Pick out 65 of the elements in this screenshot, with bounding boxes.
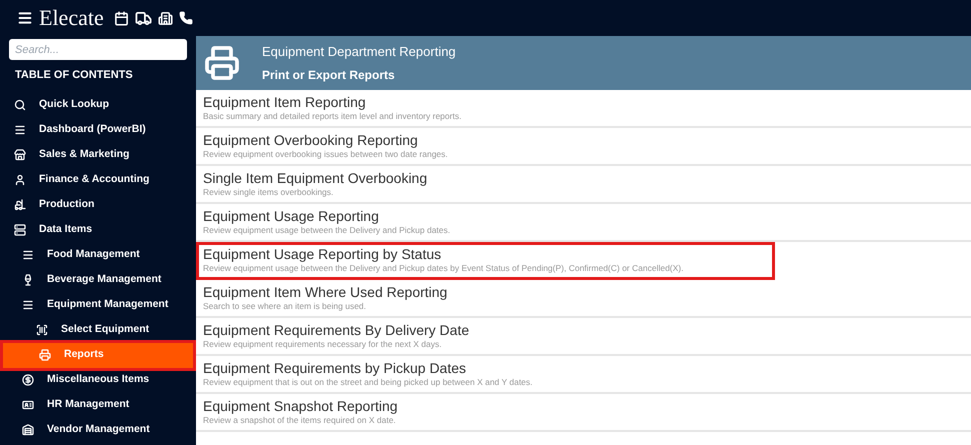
phone-icon[interactable] bbox=[178, 11, 193, 25]
barcode-icon bbox=[36, 324, 48, 336]
menu-icon[interactable] bbox=[17, 10, 33, 26]
search-icon bbox=[14, 99, 26, 111]
printer-icon bbox=[204, 45, 240, 81]
panel-title: Equipment Department Reporting bbox=[262, 43, 456, 62]
report-title: Single Item Equipment Overbooking bbox=[203, 170, 428, 187]
report-title: Equipment Snapshot Reporting bbox=[203, 398, 399, 415]
person-icon bbox=[14, 174, 26, 186]
nav-item[interactable]: Finance & Accounting bbox=[0, 168, 196, 192]
nav-item[interactable]: Select Equipment bbox=[0, 318, 196, 342]
report-description: Review a snapshot of the items required on X date. bbox=[203, 415, 397, 426]
glass-icon bbox=[22, 274, 34, 286]
report-item[interactable]: Equipment Snapshot Reporting Review a snapshot of the items required on X date. bbox=[196, 394, 971, 432]
menu-icon bbox=[22, 299, 34, 311]
report-item[interactable]: Equipment Item Reporting Basic summary and detailed reports item level and inventory reports. bbox=[196, 90, 971, 128]
calendar-icon[interactable] bbox=[114, 10, 129, 26]
drawer-icon bbox=[14, 224, 26, 236]
report-title: Equipment Requirements by Pickup Dates bbox=[203, 360, 468, 377]
logo: Elecate bbox=[39, 7, 104, 29]
report-item[interactable]: Single Item Equipment Overbooking Review single items overbookings. bbox=[196, 166, 971, 204]
menu-icon bbox=[22, 249, 34, 261]
panel-subtitle: Print or Export Reports bbox=[262, 66, 396, 84]
report-item[interactable]: Equipment Usage Reporting Review equipment usage between the Delivery and Pickup dates. bbox=[196, 204, 971, 242]
menu-icon bbox=[14, 124, 26, 136]
report-title: Equipment Item Reporting bbox=[203, 94, 367, 111]
section-heading: TABLE OF CONTENTS bbox=[14, 68, 134, 83]
building-icon[interactable] bbox=[158, 10, 173, 26]
warehouse-icon bbox=[22, 424, 34, 436]
report-title: Equipment Usage Reporting bbox=[203, 208, 380, 225]
nav-item[interactable]: HR Management bbox=[0, 392, 196, 418]
truck-icon[interactable] bbox=[134, 10, 152, 26]
nav-item[interactable]: Beverage Management bbox=[0, 268, 196, 292]
report-description: Review equipment usage between the Delivery and Pickup dates by Event Status of Pending(P), Confirmed(C) or Cancelled(X). bbox=[203, 263, 684, 274]
report-item[interactable]: Equipment Requirements by Pickup Dates Review equipment that is out on the street and being picked up between X and Y dates. bbox=[196, 356, 971, 394]
nav-item[interactable]: Miscellaneous Items bbox=[0, 368, 196, 392]
nav-item[interactable]: Data Items bbox=[0, 218, 196, 242]
report-item[interactable]: Equipment Overbooking Reporting Review equipment overbooking issues between two date ranges. bbox=[196, 128, 971, 166]
report-item[interactable]: Equipment Usage Reporting by Status Review equipment usage between the Delivery and Pickup dates by Event Status of Pending(P), Confirmed(C) or Cancelled(X). bbox=[196, 242, 775, 280]
report-description: Review equipment overbooking issues between two date ranges. bbox=[203, 149, 449, 160]
nav-item[interactable]: Production bbox=[0, 192, 196, 218]
nav-item[interactable]: Food Management bbox=[0, 242, 196, 268]
report-title: Equipment Requirements By Delivery Date bbox=[203, 322, 470, 339]
report-item[interactable]: Equipment Item Where Used Reporting Search to see where an item is being used. bbox=[196, 280, 971, 318]
nav-item[interactable]: Equipment Management bbox=[0, 292, 196, 318]
nav-item[interactable]: Vendor Management bbox=[0, 418, 196, 442]
report-description: Review equipment usage between the Delivery and Pickup dates. bbox=[203, 225, 452, 236]
search-field[interactable]: Search... bbox=[9, 39, 187, 60]
report-title: Equipment Overbooking Reporting bbox=[203, 132, 419, 149]
nav-item[interactable]: Dashboard (PowerBI) bbox=[0, 118, 196, 142]
report-description: Review equipment that is out on the street and being picked up between X and Y dates. bbox=[203, 377, 534, 388]
report-item[interactable]: Equipment Requirements By Delivery Date Review equipment requirements necessary for the next X days. bbox=[196, 318, 971, 356]
report-description: Basic summary and detailed reports item level and inventory reports. bbox=[203, 111, 462, 122]
nav-item[interactable]: Sales & Marketing bbox=[0, 142, 196, 168]
forklift-icon bbox=[14, 199, 26, 211]
report-description: Review single items overbookings. bbox=[203, 187, 334, 198]
report-title: Equipment Item Where Used Reporting bbox=[203, 284, 448, 301]
nav-item[interactable]: Quick Lookup bbox=[0, 92, 196, 118]
printer-icon bbox=[39, 349, 51, 361]
report-description: Review equipment requirements necessary for the next X days. bbox=[203, 339, 443, 350]
store-icon bbox=[14, 149, 26, 161]
report-description: Search to see where an item is being used. bbox=[203, 301, 368, 312]
report-title: Equipment Usage Reporting by Status bbox=[203, 246, 442, 263]
badge-icon bbox=[22, 399, 34, 411]
dollar-icon bbox=[22, 374, 34, 386]
